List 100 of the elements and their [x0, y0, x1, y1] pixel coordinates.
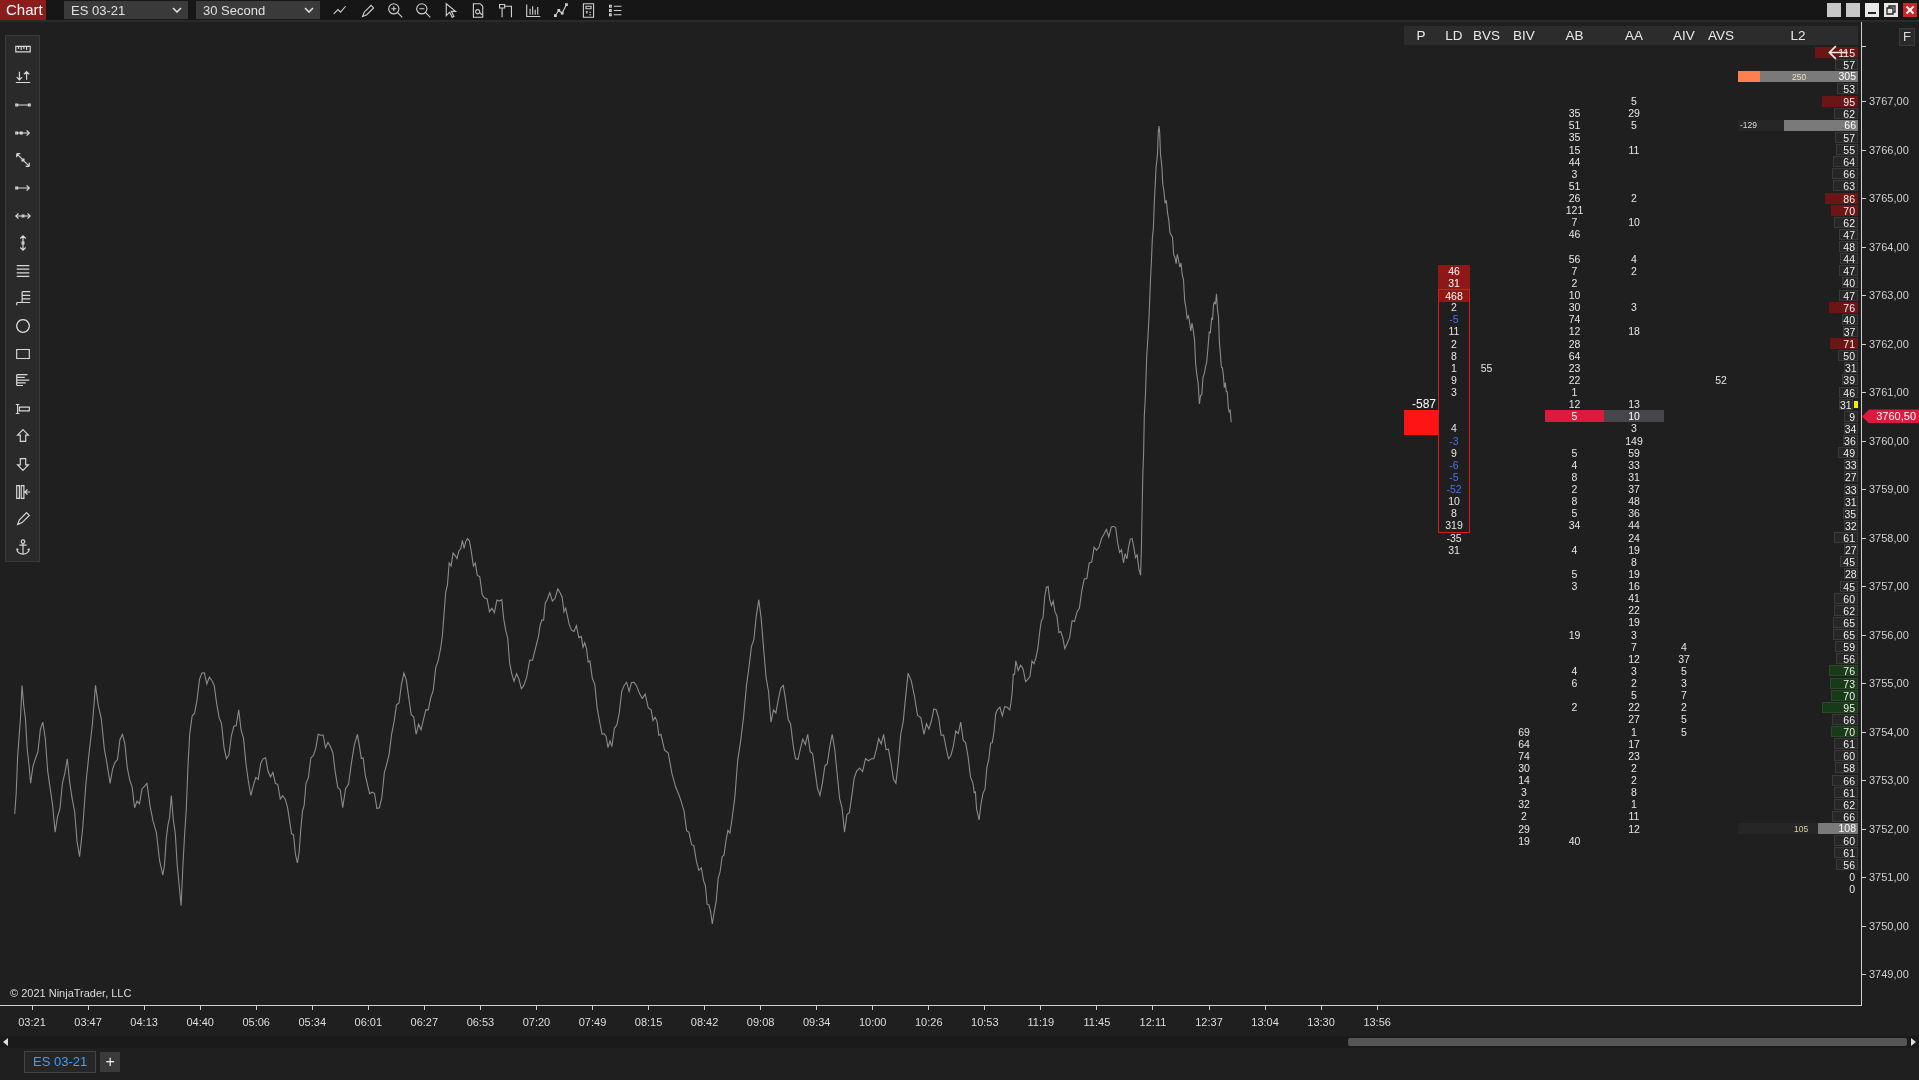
scroll-left-icon[interactable]: [3, 1038, 9, 1046]
column-header[interactable]: AVS: [1704, 28, 1738, 43]
last-price-marker: 3760,50: [1862, 409, 1919, 424]
time-label: 12:37: [1195, 1016, 1223, 1028]
depth-box: 70: [1830, 726, 1858, 738]
delta-value: 11: [1438, 325, 1470, 338]
caret-icon: [172, 7, 182, 13]
column-header[interactable]: AIV: [1664, 28, 1704, 43]
ask-value: 22: [1627, 701, 1641, 714]
bid-value: 30: [1567, 301, 1582, 314]
depth-box: 76: [1828, 301, 1858, 313]
price-label: 3754,00: [1869, 725, 1909, 738]
pencil-icon[interactable]: [13, 510, 32, 529]
bid-imbalance-value: 14: [1518, 774, 1530, 786]
ask-value: 19: [1627, 567, 1641, 580]
column-header[interactable]: L2: [1738, 28, 1858, 43]
restore-icon[interactable]: [1884, 3, 1898, 17]
depth-box: 73: [1829, 677, 1858, 689]
time-label: 05:34: [298, 1016, 326, 1028]
interval-select[interactable]: 30 Second: [196, 1, 320, 19]
bid-value: 10: [1567, 289, 1582, 303]
zoom-in-icon[interactable]: [387, 1, 404, 19]
delta-value: 2: [1438, 337, 1470, 350]
depth-box: 33: [1844, 459, 1858, 471]
depth-box: 46: [1839, 386, 1858, 398]
ask-imbalance-value: 2: [1681, 701, 1687, 714]
bid-value: 8: [1570, 495, 1579, 508]
depth-value: 0: [1849, 871, 1856, 884]
delta-value: -5: [1438, 313, 1470, 326]
columns-arrow-icon[interactable]: [13, 482, 32, 501]
delta-value: -35: [1445, 531, 1463, 544]
delta-value: -52: [1438, 483, 1470, 496]
time-label: 06:27: [410, 1016, 439, 1028]
close-icon[interactable]: [1903, 3, 1917, 17]
delta-value: 9: [1438, 446, 1470, 459]
price-label: 3749,00: [1869, 968, 1909, 981]
nodes-line-icon[interactable]: [552, 1, 569, 19]
scroll-right-icon[interactable]: [1910, 1038, 1916, 1046]
depth-box: 115: [1814, 47, 1858, 59]
caret-icon: [304, 7, 314, 13]
ask-value: 2: [1630, 264, 1638, 277]
depth-box: 62: [1833, 216, 1858, 228]
depth-box: 63: [1833, 180, 1858, 192]
ask-value: 48: [1627, 495, 1641, 508]
column-header[interactable]: AB: [1545, 28, 1604, 43]
depth-box: 47: [1839, 290, 1858, 302]
ask-value: 36: [1627, 507, 1641, 520]
ask-imbalance-value: 4: [1681, 640, 1687, 653]
column-header[interactable]: LD: [1438, 28, 1470, 43]
ask-value: 16: [1627, 580, 1641, 593]
scrollbar-thumb[interactable]: [1348, 1038, 1907, 1046]
column-header[interactable]: BIV: [1503, 28, 1545, 43]
depth-box: 27: [1844, 471, 1858, 483]
ask-value: 13: [1627, 398, 1641, 411]
ask-value: 17: [1627, 737, 1641, 750]
price-label: 3762,00: [1869, 337, 1909, 350]
bid-imbalance-value: 29: [1518, 822, 1530, 835]
time-label: 08:42: [690, 1016, 719, 1028]
depth-box: 66: [1832, 168, 1858, 180]
ask-volume-value: 52: [1715, 373, 1727, 386]
depth-box: 56: [1835, 859, 1858, 871]
chart-tab[interactable]: ES 03-21: [24, 1051, 97, 1073]
ask-value: 3: [1630, 664, 1638, 677]
column-header[interactable]: AA: [1604, 28, 1664, 43]
depth-box: 61: [1834, 738, 1858, 750]
bid-imbalance-value: 64: [1518, 737, 1530, 750]
delta-value: 9: [1438, 373, 1470, 386]
bid-value: 4: [1570, 664, 1579, 677]
minimize-icon[interactable]: [1865, 3, 1879, 17]
ask-value: 3: [1630, 301, 1638, 314]
bid-value: 15: [1567, 143, 1582, 156]
column-header[interactable]: BVS: [1470, 28, 1503, 43]
instrument-select[interactable]: ES 03-21: [64, 1, 188, 19]
anchor-icon[interactable]: [13, 537, 32, 556]
f-button[interactable]: F: [1899, 28, 1915, 46]
depth-box: 70: [1830, 204, 1858, 216]
time-label: 11:45: [1083, 1016, 1111, 1028]
time-label: 09:34: [802, 1016, 831, 1028]
ask-imbalance-value: 37: [1678, 652, 1690, 665]
zoom-out-icon[interactable]: [414, 1, 432, 19]
diagonal-line-icon[interactable]: [13, 151, 32, 170]
bid-value: 7: [1570, 264, 1579, 277]
bracket-icon[interactable]: [497, 1, 514, 19]
depth-bar: 108: [1818, 823, 1858, 835]
column-header[interactable]: P: [1404, 28, 1438, 43]
ask-value: 2: [1630, 761, 1638, 774]
ask-value: 29: [1627, 107, 1641, 120]
bid-value: 121: [1564, 204, 1585, 217]
time-label: 04:13: [130, 1016, 158, 1028]
bid-imbalance-value: 2: [1521, 810, 1527, 823]
bid-value: 26: [1567, 192, 1582, 205]
ask-value: 8: [1630, 786, 1638, 799]
add-tab-button[interactable]: +: [100, 1052, 121, 1072]
depth-box: 66: [1832, 810, 1858, 822]
depth-box: 57: [1835, 131, 1858, 143]
time-label: 06:01: [354, 1016, 383, 1028]
bid-value: 12: [1567, 325, 1582, 338]
time-label: 07:20: [522, 1016, 551, 1028]
depth-box: 70: [1830, 689, 1858, 701]
stacked-lines-icon[interactable]: [13, 289, 32, 308]
